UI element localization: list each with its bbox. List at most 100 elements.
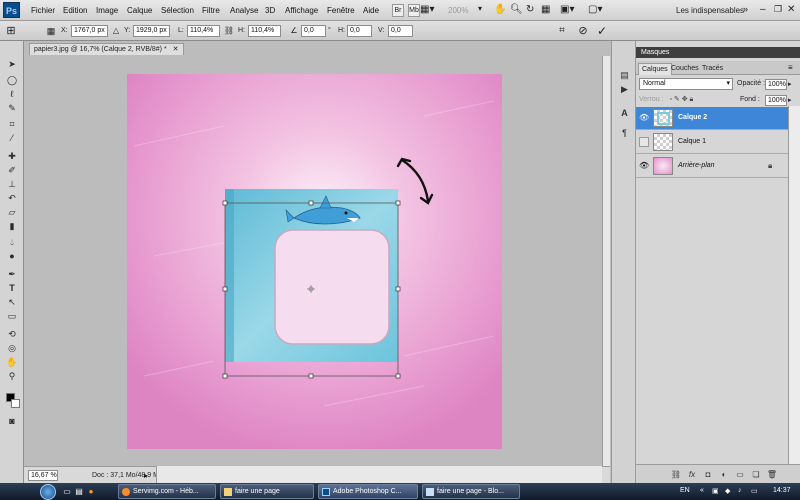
history-brush-icon[interactable]: ↶ — [4, 191, 20, 205]
x-position-field[interactable]: 1767,0 px — [71, 25, 108, 37]
taskbar-button-blog[interactable]: faire une page - Blo... — [422, 484, 520, 499]
warp-icon[interactable]: ⌗ — [555, 24, 569, 38]
eyedropper-icon[interactable]: ⁄ — [4, 131, 20, 145]
status-menu-arrow-icon[interactable]: ▸ — [144, 471, 148, 480]
hand-icon[interactable]: ✋ — [494, 4, 506, 17]
zoom-level-field[interactable]: 16,67 % — [28, 470, 58, 481]
restore-icon[interactable]: ❐ — [774, 4, 782, 17]
blend-mode-select[interactable]: Normal ▾ — [639, 78, 733, 90]
cancel-transform-icon[interactable]: ⊘ — [576, 24, 590, 38]
start-button[interactable] — [40, 484, 56, 500]
zoom-tool-icon[interactable]: ⚲ — [4, 369, 20, 383]
new-group-icon[interactable]: ▭ — [734, 469, 746, 480]
menu-affichage[interactable]: Affichage — [285, 6, 318, 15]
move-icon[interactable]: ➤ — [4, 57, 20, 71]
gradient-icon[interactable]: ▮ — [4, 219, 20, 233]
firefox-icon[interactable]: ● — [86, 487, 96, 497]
network-icon[interactable]: ▣ — [712, 487, 719, 495]
menu-fenetre[interactable]: Fenêtre — [327, 6, 355, 15]
relative-position-icon[interactable]: △ — [109, 24, 123, 38]
hskew-field[interactable]: 0,0 — [347, 25, 372, 37]
actions-panel-icon[interactable]: ▶ — [618, 83, 631, 96]
grid-icon[interactable]: ▦ — [541, 4, 550, 17]
vertical-scrollbar[interactable] — [602, 56, 610, 466]
brush-icon[interactable]: ✐ — [4, 163, 20, 177]
opacity-dropdown-icon[interactable]: ▸ — [788, 80, 792, 88]
document-tab[interactable]: papier3.jpg @ 16,7% (Calque 2, RVB/8#) *… — [29, 43, 184, 55]
menu-analyse[interactable]: Analyse — [230, 6, 258, 15]
y-position-field[interactable]: 1929,0 px — [133, 25, 170, 37]
language-indicator[interactable]: EN — [680, 487, 690, 494]
lasso-icon[interactable]: ℓ — [4, 87, 20, 101]
screen-mode-icon[interactable]: ▣▾ — [560, 4, 574, 17]
mini-bridge-icon[interactable]: Mb — [408, 4, 420, 17]
taskbar-button-photoshop[interactable]: Adobe Photoshop C... — [318, 484, 418, 499]
close-icon[interactable]: ✕ — [787, 4, 795, 17]
blur-icon[interactable]: 💧︎ — [4, 235, 20, 249]
eye-toggle-empty[interactable] — [639, 137, 649, 147]
dodge-icon[interactable]: ● — [4, 249, 20, 263]
layer-row-calque-1[interactable]: Calque 1 — [636, 131, 788, 154]
shape-icon[interactable]: ▭ — [4, 309, 20, 323]
fill-dropdown-icon[interactable]: ▸ — [788, 96, 792, 104]
commit-transform-icon[interactable]: ✓ — [595, 24, 609, 38]
trash-icon[interactable]: 🗑︎ — [766, 469, 778, 480]
link-layers-icon[interactable]: ⛓ — [670, 469, 682, 480]
3d-rotate-icon[interactable]: ⟲ — [4, 327, 20, 341]
menu-calque[interactable]: Calque — [127, 6, 152, 15]
clock[interactable]: 14:37 — [773, 487, 791, 494]
pen-icon[interactable]: ✒ — [4, 267, 20, 281]
workspace-overflow-icon[interactable]: » — [743, 4, 748, 17]
tab-calques[interactable]: Calques — [638, 63, 672, 75]
panel-menu-icon[interactable]: ≡ — [788, 63, 793, 72]
reference-point-icon[interactable]: ▦ — [44, 24, 58, 38]
menu-edition[interactable]: Edition — [63, 6, 87, 15]
layers-scrollbar[interactable] — [788, 106, 800, 464]
document-size-info[interactable]: Doc : 37,1 Mo/48,9 Mo — [92, 472, 163, 479]
layer-mask-icon[interactable]: ◘ — [702, 469, 714, 480]
workspace-icon[interactable]: ▢▾ — [588, 4, 602, 17]
transform-tool-icon[interactable]: ⊞ — [4, 24, 18, 38]
horizontal-scrollbar[interactable] — [156, 466, 602, 483]
paragraph-panel-icon[interactable]: ¶ — [618, 127, 631, 140]
history-panel-icon[interactable]: ▤ — [618, 69, 631, 82]
fill-field[interactable]: 100% — [765, 95, 787, 106]
eye-icon[interactable]: 👁︎ — [639, 161, 649, 171]
crop-icon[interactable]: ⌗ — [4, 117, 20, 131]
panel-title[interactable]: Masques — [636, 47, 800, 58]
height-scale-field[interactable]: 110,4% — [248, 25, 281, 37]
bridge-icon[interactable]: Br — [392, 4, 404, 17]
stamp-icon[interactable]: ⊥ — [4, 177, 20, 191]
layer-name[interactable]: Arrière-plan — [678, 162, 715, 169]
tray-expand-icon[interactable]: « — [700, 487, 704, 494]
tab-couches[interactable]: Couches — [668, 63, 702, 75]
quick-select-icon[interactable]: ✎ — [4, 101, 20, 115]
healing-icon[interactable]: ✚ — [4, 149, 20, 163]
zoom-dropdown-icon[interactable]: ▾ — [478, 4, 482, 17]
display-icon[interactable]: ▭ — [751, 487, 758, 495]
tab-traces[interactable]: Tracés — [699, 63, 726, 75]
volume-icon[interactable]: ♪ — [738, 487, 742, 494]
show-desktop-icon[interactable]: ▭ — [62, 487, 72, 497]
menu-image[interactable]: Image — [96, 6, 118, 15]
workspace-label[interactable]: Les indispensables — [676, 6, 744, 19]
layer-row-arriere-plan[interactable]: 👁︎ Arrière-plan 🔒︎ — [636, 155, 788, 178]
close-tab-icon[interactable]: ✕ — [173, 46, 179, 53]
hand-tool-icon[interactable]: ✋ — [4, 355, 20, 369]
eye-icon[interactable]: 👁︎ — [639, 113, 649, 123]
arrange-documents-icon[interactable]: ▦▾ — [420, 4, 434, 17]
canvas-area[interactable] — [24, 56, 610, 466]
menu-aide[interactable]: Aide — [363, 6, 379, 15]
minimize-icon[interactable]: – — [760, 4, 766, 17]
menu-3d[interactable]: 3D — [265, 6, 275, 15]
rotation-field[interactable]: 0,0 — [301, 25, 326, 37]
lock-icons[interactable]: ▫ ✎ ✥ 🔒︎ — [669, 96, 693, 103]
rotate-view-icon[interactable]: ↻ — [526, 4, 534, 17]
adjustment-layer-icon[interactable]: ◐ — [718, 469, 730, 480]
switch-windows-icon[interactable]: ▤ — [74, 487, 84, 497]
vskew-field[interactable]: 0,0 — [388, 25, 413, 37]
opacity-field[interactable]: 100% — [765, 79, 787, 90]
type-icon[interactable]: T — [4, 281, 20, 295]
background-color-swatch[interactable] — [11, 399, 20, 408]
link-icon[interactable]: ⛓ — [222, 24, 236, 38]
